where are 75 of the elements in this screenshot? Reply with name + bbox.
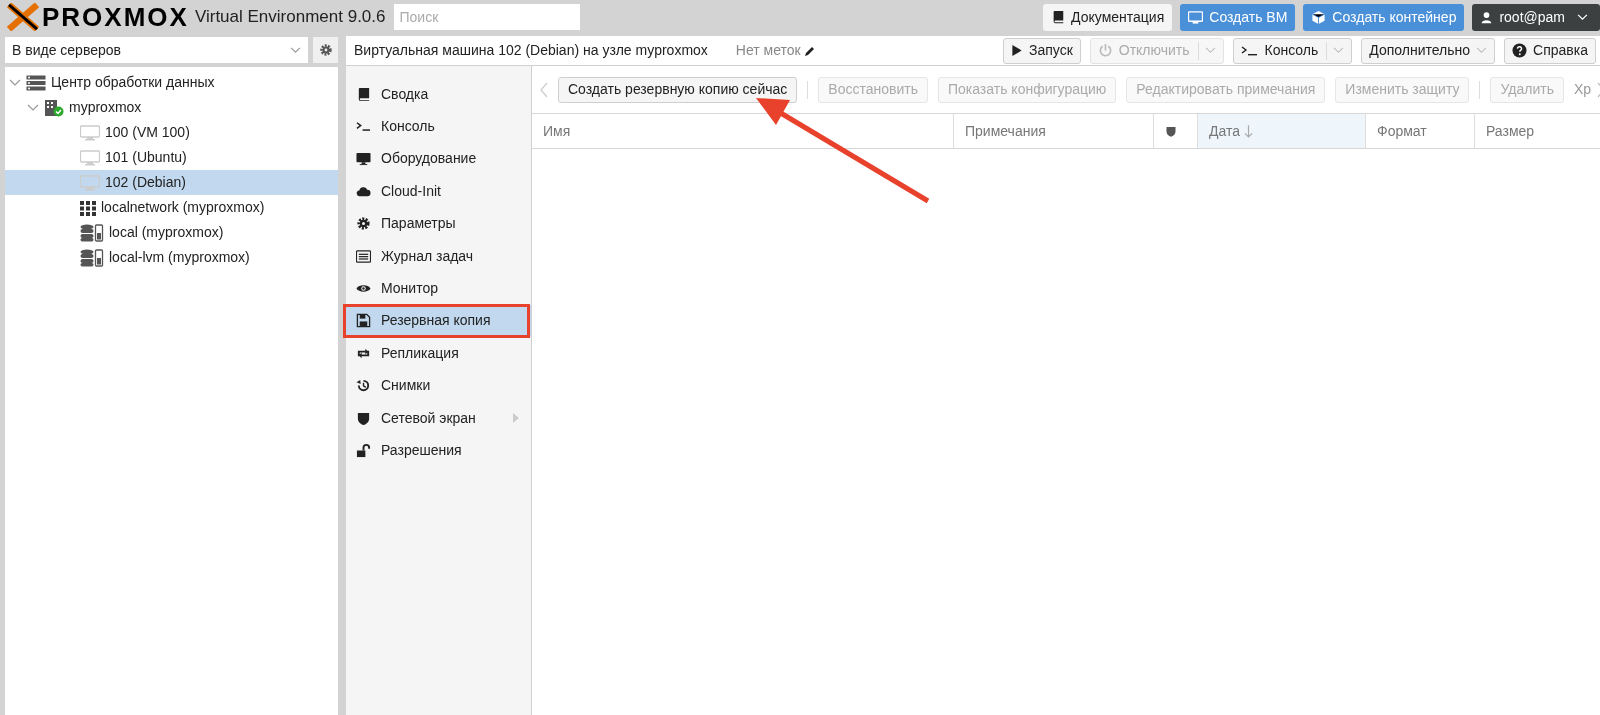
book-icon	[356, 86, 371, 102]
chevron-down-icon	[1333, 47, 1345, 54]
unlock-icon	[356, 443, 371, 458]
chevron-down-icon	[1476, 47, 1488, 54]
nav-item[interactable]: Монитор	[346, 272, 531, 305]
settings-icon	[318, 43, 333, 57]
grid-icon	[80, 199, 96, 216]
monitor-icon	[80, 149, 100, 166]
chevron-down-icon	[9, 78, 21, 87]
chevron-down-icon	[290, 46, 301, 54]
column-header[interactable]: Дата	[1198, 114, 1366, 148]
shield-icon	[356, 410, 371, 426]
nav-item[interactable]: Сводка	[346, 78, 531, 111]
book-icon	[1051, 10, 1066, 24]
settings-icon	[356, 216, 371, 232]
list-icon	[356, 248, 371, 264]
logo-x-icon	[6, 3, 40, 31]
vm-title: Виртуальная машина 102 (Debian) на узле myproxmox	[354, 41, 708, 60]
terminal-icon	[1240, 44, 1259, 57]
more-button[interactable]: Дополнительно	[1361, 37, 1496, 64]
logo-text: PROXMOX	[42, 4, 189, 30]
nav-item[interactable]: Разрешения	[346, 434, 531, 467]
toolbar-button[interactable]: Создать резервную копию сейчас	[558, 76, 798, 103]
nav-item[interactable]: Резервная копия	[346, 304, 531, 338]
product-version: Virtual Environment 9.0.6	[194, 6, 386, 29]
shield-icon	[1165, 124, 1177, 138]
user-button[interactable]: root@pam	[1472, 3, 1600, 31]
tree-item[interactable]: 100 (VM 100)	[5, 120, 338, 145]
nav-item[interactable]: Сетевой экран	[346, 401, 531, 435]
column-header[interactable]: Размер	[1475, 114, 1600, 148]
tree-item[interactable]: local (myproxmox)	[5, 220, 338, 245]
help-button[interactable]: Справка	[1504, 37, 1596, 64]
tree-item[interactable]: myproxmox	[5, 95, 338, 120]
column-header[interactable]: Примечания	[954, 114, 1154, 148]
monitor-icon	[1188, 9, 1204, 25]
docs-button[interactable]: Документация	[1043, 3, 1173, 31]
sort-down-icon	[1244, 123, 1253, 139]
start-button[interactable]: Запуск	[1002, 37, 1081, 64]
tree-item[interactable]: localnetwork (myproxmox)	[5, 195, 338, 220]
cube-icon	[1311, 9, 1327, 25]
chevron-down-icon	[27, 103, 39, 112]
nav-item[interactable]: Cloud-Init	[346, 175, 531, 208]
server-rack-icon	[26, 74, 46, 91]
nav-item[interactable]: Снимки	[346, 369, 531, 402]
chevron-down-icon	[1204, 47, 1216, 54]
play-icon	[1010, 44, 1023, 57]
user-icon	[1480, 10, 1494, 24]
nav-item[interactable]: Оборудование	[346, 142, 531, 176]
tree-item[interactable]: 101 (Ubuntu)	[5, 145, 338, 170]
column-header[interactable]: Формат	[1366, 114, 1475, 148]
settings-button[interactable]	[313, 37, 338, 63]
tree-item[interactable]: Центр обработки данных	[5, 70, 338, 95]
pencil-icon	[803, 44, 816, 57]
tree-item[interactable]: local-lvm (myproxmox)	[5, 245, 338, 270]
help-icon	[1512, 43, 1528, 58]
nav-item[interactable]: Консоль	[346, 110, 531, 143]
power-icon	[1097, 43, 1113, 58]
overflow-label: Хр	[1573, 80, 1592, 99]
monitor-icon	[80, 174, 100, 191]
tree-item[interactable]: 102 (Debian)	[5, 170, 338, 195]
nav-item[interactable]: Журнал задач	[346, 239, 531, 273]
database-icon	[80, 248, 104, 267]
search-field[interactable]: Поиск	[393, 4, 580, 30]
nav-item[interactable]: Параметры	[346, 207, 531, 240]
monitor-icon	[80, 124, 100, 141]
chevron-down-icon	[1577, 13, 1588, 21]
building-icon	[44, 98, 64, 117]
tags-button[interactable]: Нет меток	[735, 40, 816, 61]
history-icon	[356, 378, 371, 394]
console-button[interactable]: Консоль	[1232, 37, 1353, 64]
database-icon	[80, 223, 104, 242]
monitor-icon	[356, 151, 371, 167]
view-select[interactable]: В виде серверов	[5, 37, 308, 63]
nav-item[interactable]: Репликация	[346, 337, 531, 370]
triangle-right-icon	[513, 413, 519, 424]
